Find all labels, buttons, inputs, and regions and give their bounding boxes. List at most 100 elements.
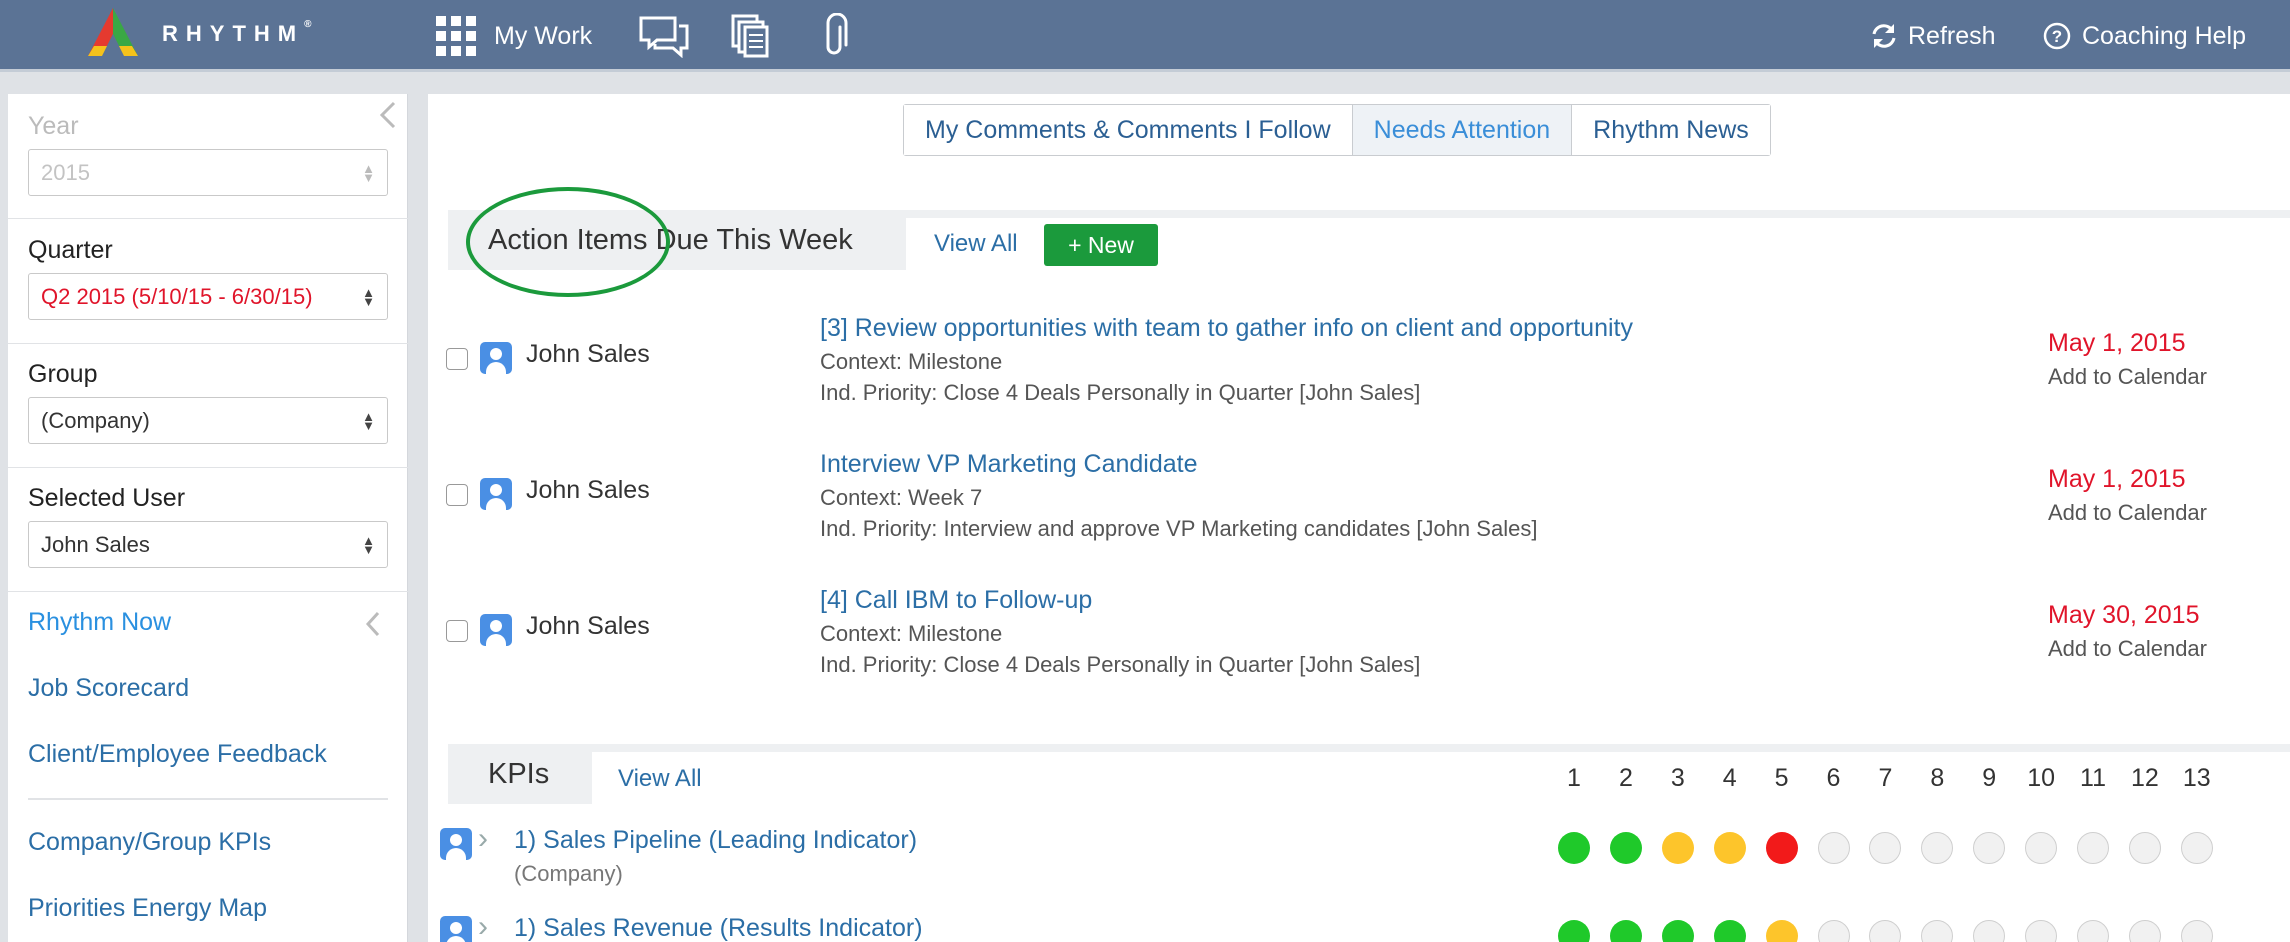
highlight-annotation [466, 187, 670, 297]
action-item-priority: Ind. Priority: Interview and approve VP … [820, 516, 1538, 541]
kpi-status-dot[interactable] [2180, 832, 2213, 864]
sidebar-item-rhythm-now[interactable]: Rhythm Now [28, 608, 171, 637]
year-label: Year [28, 112, 79, 140]
tab-needs-attention[interactable]: Needs Attention [1352, 105, 1573, 155]
action-item-owner: John Sales [526, 612, 650, 640]
user-icon [480, 478, 512, 510]
action-items-view-all-link[interactable]: View All [934, 230, 1018, 258]
my-work-button[interactable]: My Work [436, 0, 592, 72]
kpi-status-dot[interactable] [1661, 832, 1694, 864]
kpi-week-number: 1 [1567, 764, 1581, 792]
tab-my-comments[interactable]: My Comments & Comments I Follow [904, 105, 1353, 155]
quarter-filter: Quarter Q2 2015 (5/10/15 - 6/30/15) ▲ ▼ [28, 236, 388, 320]
selected-user-value: John Sales [41, 531, 150, 557]
kpi-week-number: 6 [1826, 764, 1841, 792]
action-item-due-date: May 1, 2015 [2048, 465, 2186, 493]
collapse-chevron-icon[interactable] [364, 610, 382, 638]
coaching-help-label: Coaching Help [2082, 21, 2246, 50]
kpi-status-dot[interactable] [1817, 832, 1850, 864]
kpis-title: KPIs [448, 744, 592, 804]
sidebar-separator [28, 798, 388, 800]
kpi-week-number: 10 [2027, 764, 2055, 792]
add-to-calendar-link[interactable]: Add to Calendar [2048, 364, 2207, 390]
action-item-checkbox[interactable] [446, 348, 468, 370]
sidebar-item-client-employee-feedback[interactable]: Client/Employee Feedback [28, 740, 327, 769]
action-item-priority: Ind. Priority: Close 4 Deals Personally … [820, 652, 1421, 677]
action-item-context: Context: Milestone [820, 349, 1003, 374]
kpi-week-number: 12 [2130, 764, 2159, 792]
selected-user-select[interactable]: John Sales ▲ ▼ [28, 521, 388, 568]
group-filter: Group (Company) ▲ ▼ [28, 360, 388, 444]
year-select[interactable]: 2015 ▲ ▼ [28, 149, 388, 196]
rhythm-logo-icon[interactable] [80, 6, 146, 62]
user-icon [440, 828, 472, 860]
kpi-group: (Company) [514, 861, 623, 886]
top-navigation-bar: RHYTHM® My Work Refresh ? Coaching Help [0, 0, 2290, 72]
group-value: (Company) [41, 407, 150, 433]
kpi-status-dot[interactable] [1765, 832, 1798, 864]
documents-button[interactable] [730, 0, 770, 72]
action-item-priority: Ind. Priority: Close 4 Deals Personally … [820, 380, 1421, 405]
quarter-select[interactable]: Q2 2015 (5/10/15 - 6/30/15) ▲ ▼ [28, 273, 388, 320]
action-item-owner: John Sales [526, 476, 650, 504]
kpi-status-dot[interactable] [1973, 832, 2006, 864]
attachments-button[interactable] [820, 0, 850, 72]
kpi-status-dot[interactable] [1713, 920, 1746, 942]
select-arrows-icon: ▲ ▼ [362, 160, 375, 185]
quarter-label: Quarter [28, 236, 113, 264]
add-to-calendar-link[interactable]: Add to Calendar [2048, 500, 2207, 526]
coaching-help-button[interactable]: ? Coaching Help [2042, 0, 2246, 72]
action-item-context: Context: Week 7 [820, 485, 983, 510]
chevron-right-icon[interactable]: › [478, 822, 488, 856]
kpi-week-number: 13 [2182, 764, 2211, 792]
my-work-label: My Work [494, 21, 593, 50]
kpi-status-dot[interactable] [2025, 832, 2058, 864]
kpi-title-link[interactable]: 1) Sales Revenue (Results Indicator) [514, 914, 923, 942]
add-to-calendar-link[interactable]: Add to Calendar [2048, 636, 2207, 662]
kpi-week-number: 2 [1618, 764, 1633, 792]
selected-user-label: Selected User [28, 484, 186, 512]
new-action-item-button[interactable]: + New [1044, 224, 1158, 266]
feed-tabs: My Comments & Comments I Follow Needs At… [903, 104, 1771, 156]
group-label: Group [28, 360, 98, 388]
action-item-due-date: May 30, 2015 [2048, 601, 2200, 629]
sidebar-item-priorities-energy-map[interactable]: Priorities Energy Map [28, 894, 267, 923]
kpi-status-dot[interactable] [2077, 832, 2109, 864]
tab-rhythm-news[interactable]: Rhythm News [1572, 105, 1770, 155]
kpi-week-number: 4 [1722, 764, 1737, 792]
kpi-status-dot[interactable] [1713, 832, 1746, 864]
action-item-checkbox[interactable] [446, 484, 468, 506]
brand-name: RHYTHM® [162, 19, 312, 46]
paperclip-icon [826, 13, 848, 55]
kpi-title-link[interactable]: 1) Sales Pipeline (Leading Indicator) [514, 826, 917, 855]
sidebar-item-company-group-kpis[interactable]: Company/Group KPIs [28, 828, 271, 857]
kpi-status-dot[interactable] [1765, 920, 1798, 942]
action-item-title-link[interactable]: [4] Call IBM to Follow-up [820, 586, 1092, 615]
select-arrows-icon: ▲ ▼ [362, 408, 375, 433]
refresh-label: Refresh [1908, 21, 1996, 50]
refresh-button[interactable]: Refresh [1870, 0, 1996, 72]
kpi-week-number: 11 [2080, 764, 2106, 792]
kpis-view-all-link[interactable]: View All [618, 765, 702, 793]
kpi-status-dot[interactable] [2128, 832, 2161, 864]
select-arrows-icon: ▲ ▼ [362, 532, 375, 557]
refresh-icon [1872, 24, 1896, 48]
action-item-title-link[interactable]: [3] Review opportunities with team to ga… [820, 314, 1633, 343]
kpi-week-number: 7 [1878, 764, 1893, 792]
chat-icon [639, 16, 689, 58]
action-item-due-date: May 1, 2015 [2048, 329, 2186, 357]
group-select[interactable]: (Company) ▲ ▼ [28, 397, 388, 444]
kpi-status-dot[interactable] [1558, 832, 1590, 864]
action-item-title-link[interactable]: Interview VP Marketing Candidate [820, 450, 1198, 479]
kpi-week-number: 8 [1930, 764, 1945, 792]
kpi-status-dot[interactable] [1817, 920, 1850, 942]
kpi-week-number: 9 [1982, 764, 1997, 792]
action-item-checkbox[interactable] [446, 620, 468, 642]
comments-button[interactable] [638, 0, 690, 72]
kpi-status-dot[interactable] [1609, 832, 1642, 864]
chevron-right-icon[interactable]: › [478, 910, 488, 942]
grid-icon [436, 16, 476, 56]
sidebar-item-job-scorecard[interactable]: Job Scorecard [28, 674, 189, 703]
quarter-value: Q2 2015 (5/10/15 - 6/30/15) [41, 283, 313, 309]
svg-text:?: ? [2052, 27, 2062, 46]
